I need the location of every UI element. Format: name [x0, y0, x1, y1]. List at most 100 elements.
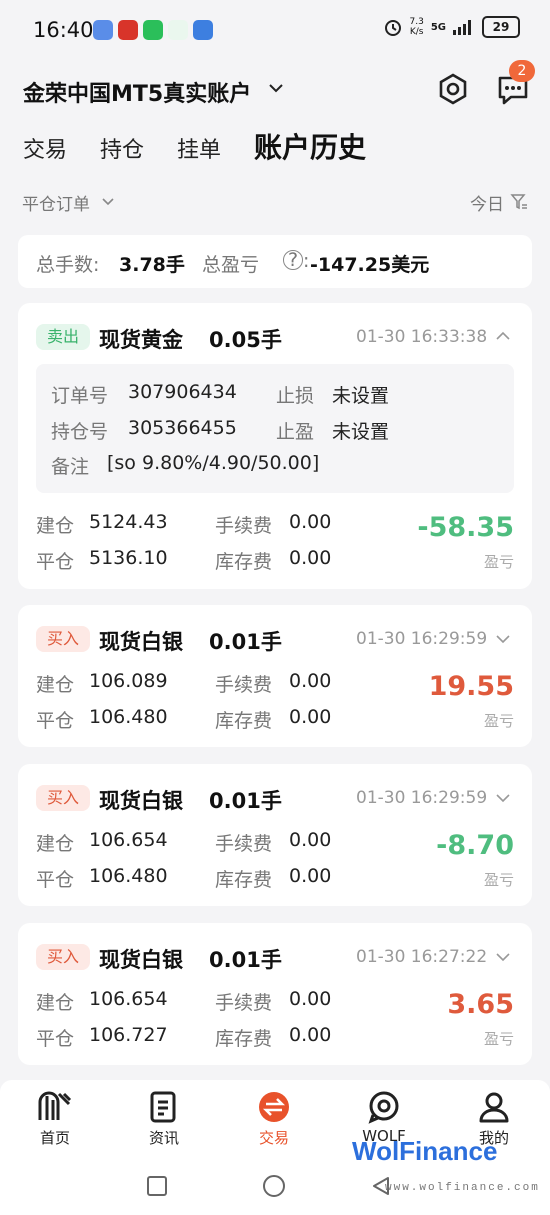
open-price: 106.089: [89, 670, 168, 692]
order-details: 订单号 307906434 止损 未设置 持仓号 305366455 止盈 未设…: [36, 364, 514, 493]
swap-value: 0.00: [289, 547, 332, 569]
commission-label: 手续费: [215, 833, 273, 855]
chat-bubble-icon: [368, 1091, 399, 1124]
side-badge-buy: 买入: [36, 944, 90, 970]
swap-label: 库存费: [215, 710, 273, 732]
notification-badge: 2: [509, 60, 535, 82]
profit-label: 盈亏: [483, 553, 514, 571]
symbol-name: 现货白银: [99, 948, 183, 972]
profit-value: -58.35: [417, 512, 514, 543]
order-card[interactable]: 卖出 现货黄金 0.05手 01-30 16:33:38 订单号 3079064…: [18, 303, 532, 589]
wolfinance-url: www.wolfinance.com: [385, 1182, 540, 1194]
lot-size: 0.05手: [209, 328, 282, 352]
side-badge-buy: 买入: [36, 626, 90, 652]
battery-icon: 29: [482, 16, 520, 38]
swap-value: 0.00: [289, 1024, 332, 1046]
home-circle-icon[interactable]: [262, 1174, 286, 1198]
chevron-up-icon[interactable]: [494, 327, 512, 345]
tab-account-history[interactable]: 账户历史: [254, 126, 366, 166]
recent-apps-icon[interactable]: [146, 1175, 168, 1197]
wolfinance-watermark: WolFinance: [352, 1136, 498, 1166]
side-badge-sell: 卖出: [36, 324, 90, 350]
total-lots-value: 3.78手: [119, 254, 185, 276]
commission-value: 0.00: [289, 670, 332, 692]
commission-value: 0.00: [289, 829, 332, 851]
close-price: 106.480: [89, 706, 168, 728]
position-no-value: 305366455: [128, 417, 237, 439]
chevron-down-icon[interactable]: [494, 630, 512, 648]
commission-label: 手续费: [215, 992, 273, 1014]
signal-icon: [453, 20, 471, 35]
open-label: 建仓: [36, 833, 75, 855]
chevron-down-icon[interactable]: [266, 78, 286, 98]
order-card[interactable]: 买入 现货白银 0.01手 01-30 16:27:22 建仓 106.654 …: [18, 923, 532, 1065]
status-bar: 16:40 7.3 K/s 5G 29: [0, 0, 550, 62]
tab-trade[interactable]: 交易: [23, 132, 67, 164]
alarm-icon: [384, 20, 401, 36]
commission-label: 手续费: [215, 515, 273, 537]
lot-size: 0.01手: [209, 948, 282, 972]
close-price: 106.727: [89, 1024, 168, 1046]
order-time: 01-30 16:33:38: [356, 327, 488, 347]
open-price: 106.654: [89, 988, 168, 1010]
app-notification-icon: [93, 20, 113, 40]
stop-loss-label: 止损: [276, 385, 315, 407]
nav-home[interactable]: 首页: [20, 1090, 90, 1148]
nav-news-label: 资讯: [148, 1129, 179, 1147]
symbol-name: 现货白银: [99, 630, 183, 654]
swap-label: 库存费: [215, 869, 273, 891]
close-label: 平仓: [36, 869, 75, 891]
close-price: 106.480: [89, 865, 168, 887]
nav-trade[interactable]: 交易: [239, 1090, 309, 1148]
tab-positions[interactable]: 持仓: [100, 132, 144, 164]
commission-value: 0.00: [289, 988, 332, 1010]
date-filter[interactable]: 今日: [470, 190, 504, 215]
status-indicators: 7.3 K/s 5G 29: [383, 16, 520, 38]
open-price: 106.654: [89, 829, 168, 851]
profit-label: 盈亏: [483, 712, 514, 730]
open-label: 建仓: [36, 515, 75, 537]
news-icon: [150, 1091, 176, 1123]
close-label: 平仓: [36, 1028, 75, 1050]
profit-label: 盈亏: [483, 1030, 514, 1048]
position-no-label: 持仓号: [51, 421, 109, 443]
profile-icon: [479, 1092, 509, 1123]
wechat-notification-icon: [143, 20, 163, 40]
tab-pending-orders[interactable]: 挂单: [177, 132, 221, 164]
home-logo-icon: [38, 1091, 72, 1120]
swap-label: 库存费: [215, 551, 273, 573]
side-badge-buy: 买入: [36, 785, 90, 811]
app-header: 金荣中国MT5真实账户 2: [0, 60, 550, 118]
chevron-down-icon[interactable]: [100, 194, 116, 210]
filter-funnel-icon[interactable]: [510, 193, 528, 211]
nav-news[interactable]: 资讯: [129, 1090, 199, 1148]
net-speed-unit: K/s: [409, 27, 424, 37]
chevron-down-icon[interactable]: [494, 789, 512, 807]
total-lots-label: 总手数:: [36, 254, 100, 276]
order-card[interactable]: 买入 现货白银 0.01手 01-30 16:29:59 建仓 106.089 …: [18, 605, 532, 747]
nav-home-label: 首页: [39, 1129, 70, 1147]
order-no-label: 订单号: [51, 385, 109, 407]
settings-hexagon-icon[interactable]: [436, 72, 470, 106]
order-time: 01-30 16:29:59: [356, 788, 488, 808]
summary-bar: 总手数: 3.78手 总盈亏 ? : -147.25美元: [18, 235, 532, 288]
swap-label: 库存费: [215, 1028, 273, 1050]
account-title[interactable]: 金荣中国MT5真实账户: [23, 76, 251, 108]
profit-value: 19.55: [428, 671, 514, 702]
open-label: 建仓: [36, 674, 75, 696]
total-pl-value: -147.25美元: [310, 254, 430, 276]
order-type-filter[interactable]: 平仓订单: [22, 190, 90, 215]
swap-value: 0.00: [289, 706, 332, 728]
help-icon[interactable]: ?: [283, 250, 303, 270]
take-profit-value: 未设置: [332, 421, 390, 443]
order-time: 01-30 16:27:22: [356, 947, 488, 967]
chevron-down-icon[interactable]: [494, 948, 512, 966]
profit-label: 盈亏: [483, 871, 514, 889]
take-profit-label: 止盈: [276, 421, 315, 443]
comment-label: 备注: [51, 456, 90, 478]
open-label: 建仓: [36, 992, 75, 1014]
open-price: 5124.43: [89, 511, 168, 533]
order-card[interactable]: 买入 现货白银 0.01手 01-30 16:29:59 建仓 106.654 …: [18, 764, 532, 906]
lot-size: 0.01手: [209, 789, 282, 813]
order-no-value: 307906434: [128, 381, 237, 403]
